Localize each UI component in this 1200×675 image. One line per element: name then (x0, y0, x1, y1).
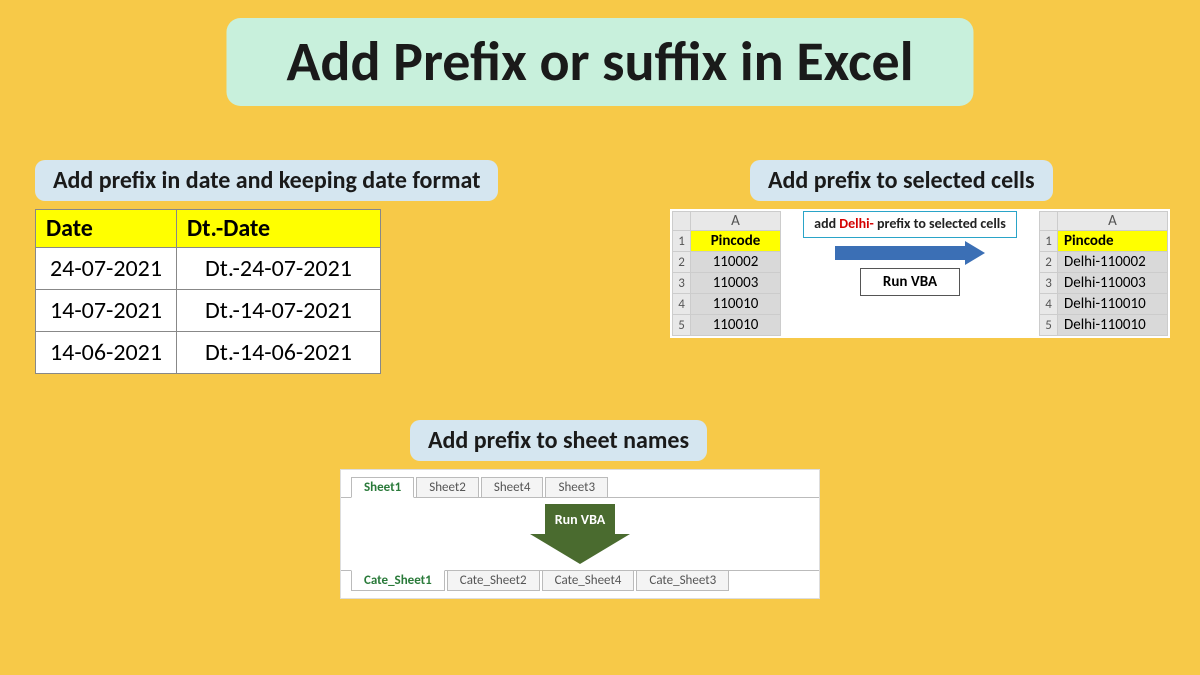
section-dates: Add prefix in date and keeping date form… (35, 160, 498, 374)
pincode-cell: Delhi-110010 (1058, 294, 1168, 315)
page-title: Add Prefix or suffix in Excel (226, 18, 973, 106)
grid-row-header: 5 (1040, 315, 1058, 336)
before-grid: A 1Pincode 2110002 3110003 4110010 51100… (672, 211, 781, 336)
dtdate-cell: Dt.-14-06-2021 (177, 332, 381, 374)
grid-corner (1040, 212, 1058, 231)
grid-row-header: 1 (673, 231, 691, 252)
tabstrip-after: Cate_Sheet1 Cate_Sheet2 Cate_Sheet4 Cate… (341, 570, 819, 598)
pincode-cell: Delhi-110002 (1058, 252, 1168, 273)
table-row: 14-07-2021 Dt.-14-07-2021 (36, 290, 381, 332)
grid-row-header: 3 (1040, 273, 1058, 294)
sheets-caption: Add prefix to sheet names (410, 420, 707, 461)
grid-row-header: 4 (673, 294, 691, 315)
cells-middle: add Delhi- prefix to selected cells Run … (789, 211, 1031, 296)
pincode-cell: Delhi-110010 (1058, 315, 1168, 336)
pincode-cell: 110002 (691, 252, 781, 273)
run-vba-label: Run VBA (860, 268, 960, 296)
dtdate-cell: Dt.-24-07-2021 (177, 248, 381, 290)
dtdate-cell: Dt.-14-07-2021 (177, 290, 381, 332)
pincode-header: Pincode (1058, 231, 1168, 252)
table-row: 24-07-2021 Dt.-24-07-2021 (36, 248, 381, 290)
date-cell: 14-06-2021 (36, 332, 177, 374)
grid-row-header: 2 (673, 252, 691, 273)
section-sheets: Add prefix to sheet names Sheet1 Sheet2 … (340, 420, 820, 599)
tabstrip-before: Sheet1 Sheet2 Sheet4 Sheet3 (341, 470, 819, 498)
note-pre: add (814, 215, 839, 232)
section-cells: Add prefix to selected cells A 1Pincode … (670, 160, 1170, 338)
table-row: 14-06-2021 Dt.-14-06-2021 (36, 332, 381, 374)
sheet-tab[interactable]: Cate_Sheet3 (636, 571, 729, 591)
grid-row-header: 4 (1040, 294, 1058, 315)
grid-col-header: A (691, 212, 781, 231)
dates-header-dtdate: Dt.-Date (177, 210, 381, 248)
grid-row-header: 1 (1040, 231, 1058, 252)
after-grid: A 1Pincode 2Delhi-110002 3Delhi-110003 4… (1039, 211, 1168, 336)
grid-corner (673, 212, 691, 231)
dates-header-date: Date (36, 210, 177, 248)
grid-row-header: 2 (1040, 252, 1058, 273)
pincode-cell: 110010 (691, 315, 781, 336)
pincode-cell: 110003 (691, 273, 781, 294)
dates-table: Date Dt.-Date 24-07-2021 Dt.-24-07-2021 … (35, 209, 381, 374)
cells-caption: Add prefix to selected cells (750, 160, 1053, 201)
pincode-cell: Delhi-110003 (1058, 273, 1168, 294)
date-cell: 24-07-2021 (36, 248, 177, 290)
grid-row-header: 3 (673, 273, 691, 294)
arrow-right-icon (835, 241, 985, 265)
sheet-tab[interactable]: Sheet1 (351, 477, 414, 498)
note-prefix-word: Delhi- (839, 215, 874, 232)
sheet-tab[interactable]: Cate_Sheet4 (542, 571, 635, 591)
run-vba-label: Run VBA (545, 504, 615, 534)
sheet-tab[interactable]: Sheet4 (481, 477, 544, 497)
note-post: prefix to selected cells (874, 215, 1006, 232)
sheet-tab[interactable]: Cate_Sheet1 (351, 570, 445, 591)
dates-caption: Add prefix in date and keeping date form… (35, 160, 498, 201)
grid-row-header: 5 (673, 315, 691, 336)
date-cell: 14-07-2021 (36, 290, 177, 332)
arrow-down-icon: Run VBA (530, 504, 630, 566)
pincode-cell: 110010 (691, 294, 781, 315)
pincode-header: Pincode (691, 231, 781, 252)
sheet-tab[interactable]: Cate_Sheet2 (447, 571, 540, 591)
grid-col-header: A (1058, 212, 1168, 231)
prefix-note: add Delhi- prefix to selected cells (803, 211, 1017, 238)
sheet-tab[interactable]: Sheet2 (416, 477, 479, 497)
sheet-tab[interactable]: Sheet3 (545, 477, 608, 497)
